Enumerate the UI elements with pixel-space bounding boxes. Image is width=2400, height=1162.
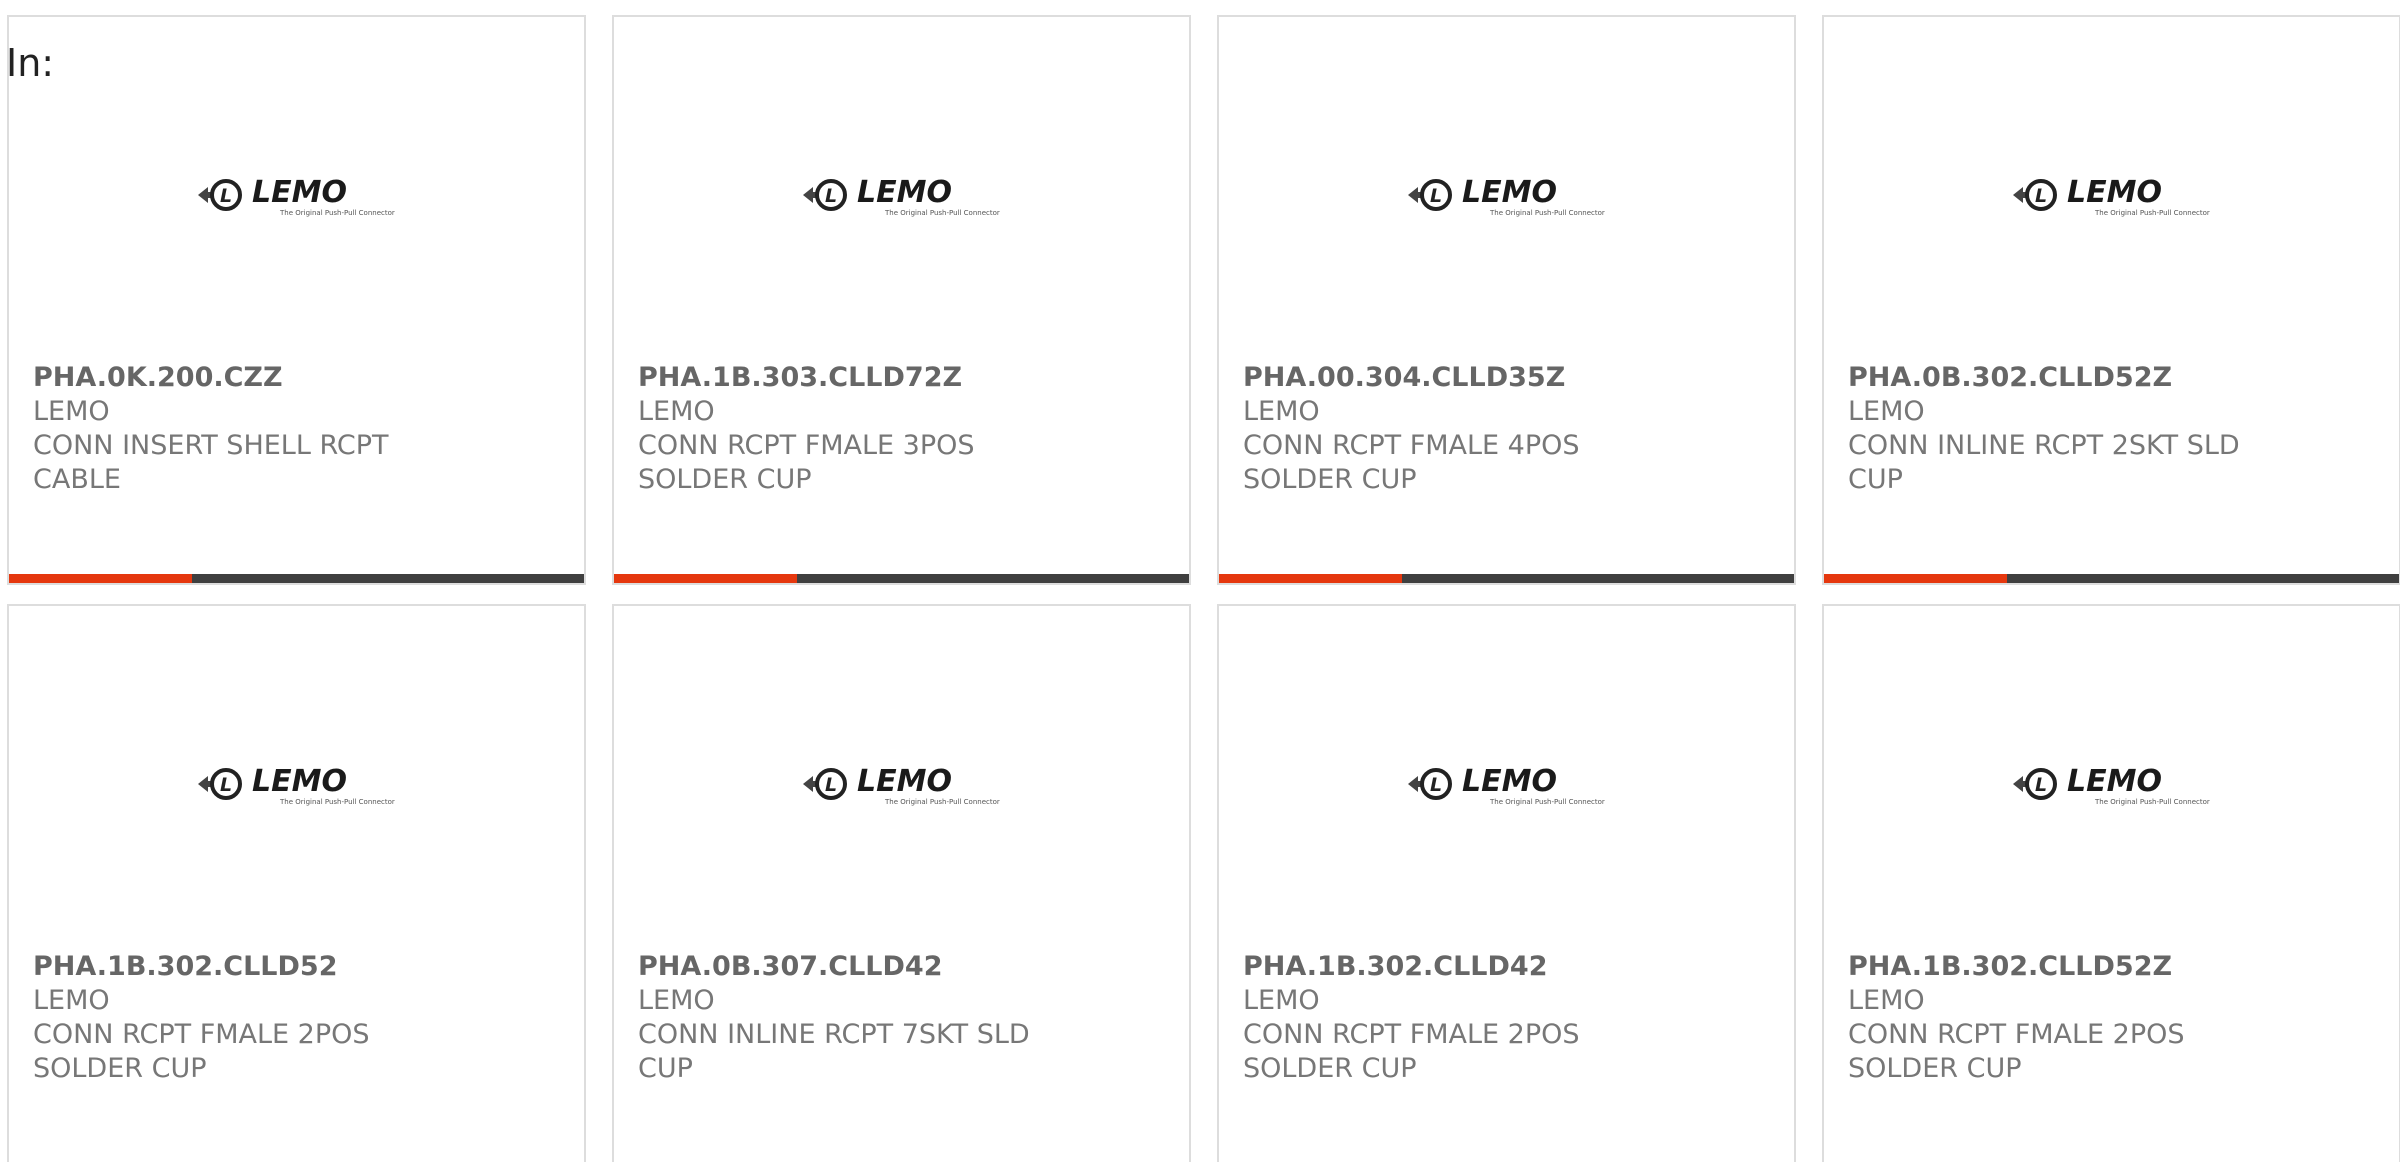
description-line1: CONN RCPT FMALE 2POS <box>33 1019 370 1050</box>
product-card[interactable]: L LEMO The Original Push-Pull Connector … <box>1217 15 1796 585</box>
svg-text:L: L <box>825 774 837 796</box>
card-footer-accent <box>614 574 797 583</box>
logo-tagline: The Original Push-Pull Connector <box>1489 209 1605 217</box>
description-line1: CONN INLINE RCPT 2SKT SLD <box>1848 430 2240 461</box>
part-number[interactable]: PHA.1B.303.CLLD72Z <box>638 361 1165 395</box>
logo-tagline: The Original Push-Pull Connector <box>279 209 395 217</box>
logo-wordmark: LEMO <box>252 175 347 210</box>
svg-text:L: L <box>220 774 232 796</box>
product-info: PHA.1B.302.CLLD42 LEMO CONN RCPT FMALE 2… <box>1243 950 1770 1086</box>
product-grid: L LEMO The Original Push-Pull Connector … <box>7 15 2400 1162</box>
description-line2: SOLDER CUP <box>1848 1053 2022 1084</box>
card-footer-bar <box>1824 574 2399 583</box>
description-line2: SOLDER CUP <box>1243 464 1417 495</box>
logo-wordmark: LEMO <box>2067 764 2162 799</box>
product-info: PHA.1B.303.CLLD72Z LEMO CONN RCPT FMALE … <box>638 361 1165 497</box>
logo-wordmark: LEMO <box>857 175 952 210</box>
product-card[interactable]: L LEMO The Original Push-Pull Connector … <box>612 604 1191 1162</box>
product-info: PHA.1B.302.CLLD52 LEMO CONN RCPT FMALE 2… <box>33 950 560 1086</box>
lemo-logo: L LEMO The Original Push-Pull Connector <box>2011 165 2223 225</box>
card-footer-bar <box>614 574 1189 583</box>
manufacturer: LEMO <box>638 985 715 1016</box>
card-footer-bar <box>9 574 584 583</box>
svg-text:L: L <box>825 185 837 207</box>
lemo-logo: L LEMO The Original Push-Pull Connector <box>1406 754 1618 814</box>
logo-tagline: The Original Push-Pull Connector <box>2094 798 2210 806</box>
manufacturer: LEMO <box>1243 396 1320 427</box>
lemo-logo: L LEMO The Original Push-Pull Connector <box>196 165 408 225</box>
card-footer-bar <box>1219 574 1794 583</box>
product-card[interactable]: L LEMO The Original Push-Pull Connector … <box>612 15 1191 585</box>
logo-wordmark: LEMO <box>1462 175 1557 210</box>
svg-text:L: L <box>1430 774 1442 796</box>
description-line2: SOLDER CUP <box>638 464 812 495</box>
logo-wordmark: LEMO <box>252 764 347 799</box>
product-info: PHA.1B.302.CLLD52Z LEMO CONN RCPT FMALE … <box>1848 950 2375 1086</box>
description-line1: CONN RCPT FMALE 2POS <box>1243 1019 1580 1050</box>
part-number[interactable]: PHA.0B.302.CLLD52Z <box>1848 361 2375 395</box>
logo-tagline: The Original Push-Pull Connector <box>884 209 1000 217</box>
product-card[interactable]: L LEMO The Original Push-Pull Connector … <box>1822 15 2400 585</box>
logo-wordmark: LEMO <box>2067 175 2162 210</box>
card-footer-accent <box>1219 574 1402 583</box>
description-line2: SOLDER CUP <box>1243 1053 1417 1084</box>
manufacturer: LEMO <box>1243 985 1320 1016</box>
product-info: PHA.00.304.CLLD35Z LEMO CONN RCPT FMALE … <box>1243 361 1770 497</box>
description-line1: CONN INSERT SHELL RCPT <box>33 430 389 461</box>
filter-label: In: <box>6 41 55 85</box>
product-info: PHA.0K.200.CZZ LEMO CONN INSERT SHELL RC… <box>33 361 560 497</box>
description-line2: CUP <box>638 1053 693 1084</box>
description-line2: SOLDER CUP <box>33 1053 207 1084</box>
product-card[interactable]: L LEMO The Original Push-Pull Connector … <box>7 15 586 585</box>
product-card[interactable]: L LEMO The Original Push-Pull Connector … <box>1822 604 2400 1162</box>
svg-text:L: L <box>2035 774 2047 796</box>
product-results-page: In: L LEMO The Original Push-Pull Connec… <box>0 0 2400 1162</box>
lemo-logo: L LEMO The Original Push-Pull Connector <box>801 165 1013 225</box>
manufacturer: LEMO <box>1848 396 1925 427</box>
logo-tagline: The Original Push-Pull Connector <box>279 798 395 806</box>
svg-text:L: L <box>1430 185 1442 207</box>
svg-text:L: L <box>2035 185 2047 207</box>
part-number[interactable]: PHA.1B.302.CLLD52Z <box>1848 950 2375 984</box>
part-number[interactable]: PHA.0B.307.CLLD42 <box>638 950 1165 984</box>
lemo-logo: L LEMO The Original Push-Pull Connector <box>1406 165 1618 225</box>
manufacturer: LEMO <box>638 396 715 427</box>
logo-tagline: The Original Push-Pull Connector <box>884 798 1000 806</box>
lemo-logo: L LEMO The Original Push-Pull Connector <box>2011 754 2223 814</box>
card-footer-accent <box>1824 574 2007 583</box>
description-line2: CABLE <box>33 464 121 495</box>
description-line1: CONN RCPT FMALE 4POS <box>1243 430 1580 461</box>
part-number[interactable]: PHA.0K.200.CZZ <box>33 361 560 395</box>
description-line1: CONN RCPT FMALE 2POS <box>1848 1019 2185 1050</box>
manufacturer: LEMO <box>33 985 110 1016</box>
part-number[interactable]: PHA.1B.302.CLLD52 <box>33 950 560 984</box>
lemo-logo: L LEMO The Original Push-Pull Connector <box>801 754 1013 814</box>
product-card[interactable]: L LEMO The Original Push-Pull Connector … <box>7 604 586 1162</box>
card-footer-accent <box>9 574 192 583</box>
lemo-logo: L LEMO The Original Push-Pull Connector <box>196 754 408 814</box>
logo-tagline: The Original Push-Pull Connector <box>2094 209 2210 217</box>
manufacturer: LEMO <box>33 396 110 427</box>
description-line2: CUP <box>1848 464 1903 495</box>
description-line1: CONN INLINE RCPT 7SKT SLD <box>638 1019 1030 1050</box>
part-number[interactable]: PHA.1B.302.CLLD42 <box>1243 950 1770 984</box>
product-info: PHA.0B.302.CLLD52Z LEMO CONN INLINE RCPT… <box>1848 361 2375 497</box>
svg-text:L: L <box>220 185 232 207</box>
manufacturer: LEMO <box>1848 985 1925 1016</box>
part-number[interactable]: PHA.00.304.CLLD35Z <box>1243 361 1770 395</box>
logo-wordmark: LEMO <box>857 764 952 799</box>
description-line1: CONN RCPT FMALE 3POS <box>638 430 975 461</box>
logo-wordmark: LEMO <box>1462 764 1557 799</box>
product-card[interactable]: L LEMO The Original Push-Pull Connector … <box>1217 604 1796 1162</box>
logo-tagline: The Original Push-Pull Connector <box>1489 798 1605 806</box>
product-info: PHA.0B.307.CLLD42 LEMO CONN INLINE RCPT … <box>638 950 1165 1086</box>
